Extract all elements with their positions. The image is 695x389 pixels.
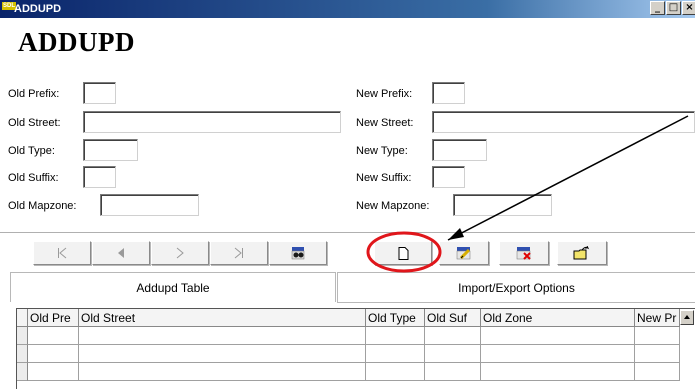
highlight-circle [366,231,442,273]
annotation-arrow [447,115,689,241]
annotation-overlay [366,115,689,273]
arrowhead [448,228,464,240]
